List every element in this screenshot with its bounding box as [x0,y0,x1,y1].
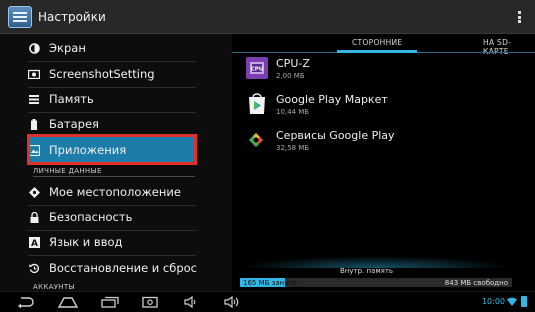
screenshot-button[interactable] [140,295,160,309]
highlight-annotation-box [27,134,197,165]
back-button[interactable] [16,295,36,309]
app-row-play-services[interactable]: Сервисы Google Play 32,58 МБ [246,129,395,152]
personal-data-header: ЛИЧНЫЕ ДАННЫЕ [33,167,102,175]
storage-bar: 165 МБ занято 843 МБ свободно [240,278,512,287]
screenshot-icon [142,296,158,308]
active-tab-indicator [337,50,417,53]
brightness-icon [28,42,40,54]
back-icon [18,297,34,308]
sidebar-item-label: Память [49,92,94,106]
sidebar-item-storage[interactable]: Память [28,92,198,106]
tab-sd-card[interactable]: НА SD-КАРТЕ [483,38,535,56]
sidebar-item-label: ScreenshotSetting [49,67,155,81]
tab-third-party[interactable]: СТОРОННИЕ [352,38,402,47]
sidebar-item-display[interactable]: Экран [28,41,198,55]
camera-icon [28,68,40,80]
sidebar-item-screenshot[interactable]: ScreenshotSetting [28,67,198,81]
play-services-icon [246,129,268,151]
restore-icon [28,262,40,274]
settings-app-icon[interactable] [8,5,32,28]
wifi-icon [507,297,517,306]
app-name: Google Play Маркет [276,93,388,106]
home-button[interactable] [58,295,78,309]
recent-apps-button[interactable] [100,295,120,309]
apps-content-pane: СТОРОННИЕ НА SD-КАРТЕ CPU CPU-Z 2,00 МБ … [232,34,535,291]
app-row-cpuz[interactable]: CPU CPU-Z 2,00 МБ [246,57,310,80]
recent-apps-icon [101,296,119,308]
sidebar-item-backup-reset[interactable]: Восстановление и сброс [28,261,228,275]
status-clock: 10:00 [481,297,505,306]
sidebar-item-label: Батарея [49,117,99,131]
svg-text:A: A [31,239,38,248]
action-bar: Настройки [0,0,535,34]
volume-down-button[interactable] [182,295,202,309]
lock-icon [28,211,40,223]
sidebar-item-label: Восстановление и сброс [49,261,198,275]
sidebar-item-security[interactable]: Безопасность [28,210,198,224]
sidebar-item-label: Безопасность [49,210,133,224]
internal-storage-meter: Внутр. память 165 МБ занято 843 МБ свобо… [240,264,512,291]
volume-down-icon [184,296,196,308]
storage-used-text: 165 МБ занято [243,279,297,287]
app-title: Настройки [38,9,106,24]
sidebar-item-label: Мое местоположение [49,185,181,199]
storage-free-text: 843 МБ свободно [444,279,508,287]
battery-status-icon [521,296,527,307]
cpuz-icon: CPU [246,57,268,79]
app-name: Сервисы Google Play [276,129,395,142]
keyboard-icon: A [28,236,40,248]
system-navigation-bar: 10:00 [0,291,535,312]
storage-icon [28,93,40,105]
tab-strip: СТОРОННИЕ НА SD-КАРТЕ [232,34,535,56]
sidebar-item-label: Язык и ввод [49,235,123,249]
accounts-header: АККАУНТЫ [33,283,75,291]
sidebar-item-label: Экран [49,41,86,55]
app-size: 10,44 МБ [276,108,310,116]
sidebar-item-battery[interactable]: Батарея [28,117,198,131]
overflow-menu-icon[interactable] [518,11,521,23]
app-size: 32,58 МБ [276,144,310,152]
app-name: CPU-Z [276,57,310,70]
home-icon [58,297,78,308]
svg-text:CPU: CPU [251,67,264,73]
battery-icon [28,118,40,130]
sidebar-item-location[interactable]: Мое местоположение [28,185,198,199]
app-row-play-store[interactable]: Google Play Маркет 10,44 МБ [246,93,388,116]
sidebar-item-language[interactable]: A Язык и ввод [28,235,198,249]
app-size: 2,00 МБ [276,72,305,80]
storage-label: Внутр. память [340,267,394,275]
volume-up-icon [224,296,239,308]
volume-up-button[interactable] [222,295,244,309]
play-store-icon [246,93,268,115]
location-icon [28,186,40,198]
settings-sidebar: Экран ScreenshotSetting Память Батарея П… [0,34,232,291]
